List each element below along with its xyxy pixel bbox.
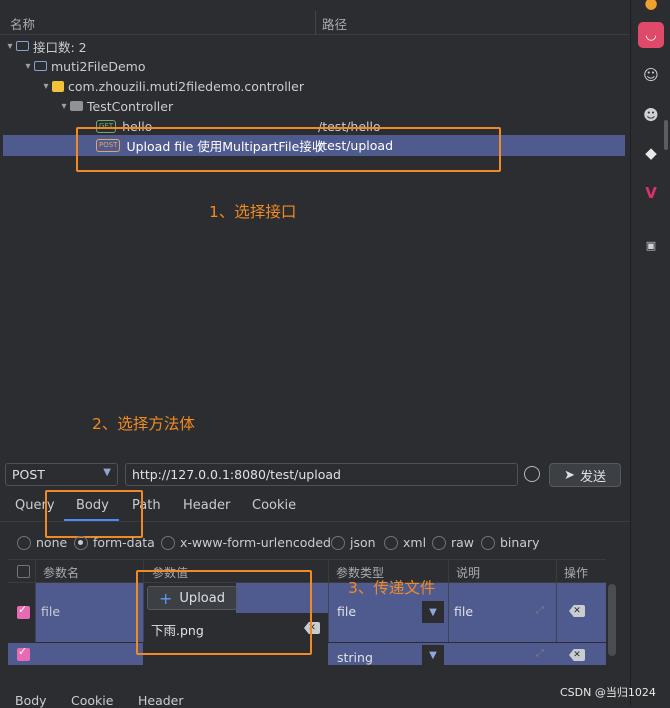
radio-json[interactable]: json [331,535,376,550]
radio-x-www-form-urlencoded[interactable]: x-www-form-urlencoded [161,535,331,550]
url-value: http://127.0.0.1:8080/test/upload [132,467,341,482]
copilot-icon[interactable]: ☻ [638,102,664,128]
annotation-box-body-tab [45,490,143,538]
radio-circle [384,535,398,550]
chevron-down-icon[interactable]: ▾ [22,61,34,72]
tab-header[interactable]: Header [183,498,230,513]
column-divider[interactable] [315,11,316,35]
expand-icon[interactable]: ⤢ [536,605,544,616]
strip-scrollbar[interactable] [664,120,668,150]
param-description: file [454,604,474,619]
method-select[interactable]: POST ▼ [5,463,118,486]
send-button[interactable]: ➤ 发送 [549,463,621,487]
module-folder-icon [34,61,47,71]
chevron-down-icon[interactable]: ▾ [4,41,16,52]
tree-package-label: com.zhouzili.muti2filedemo.controller [68,78,304,94]
api-debugger-panel: 名称 路径 ▾ 接口数: 2 ▾ muti2FileDemo ▾ com.zho… [0,0,630,708]
bottom-tabs: Body Cookie Header [0,690,630,708]
radio-label: none [36,535,68,550]
radio-none[interactable]: none [17,535,67,550]
chevron-down-icon[interactable]: ▾ [40,81,52,92]
radio-raw[interactable]: raw [432,535,474,550]
radio-label: json [350,535,376,550]
api-tool-icon[interactable]: ◡ [638,22,664,48]
column-divider [556,560,557,584]
right-tool-strip: ● ◡ ☺ ☻ ◆ V ▣ [630,0,670,706]
param-type-value: file [337,604,357,619]
column-divider [35,560,36,584]
radio-label: xml [403,535,427,550]
radio-label: x-www-form-urlencoded [180,535,331,550]
bird-icon[interactable]: ◆ [638,140,664,166]
tree-package-node[interactable]: ▾ com.zhouzili.muti2filedemo.controller [0,76,630,96]
radio-binary[interactable]: binary [481,535,540,550]
chevron-down-icon: ▼ [103,467,111,478]
column-divider [448,583,449,642]
column-path-header: 路径 [322,17,348,32]
chevron-down-icon[interactable]: ▼ [422,601,444,623]
radio-form-data[interactable]: form-data [74,535,155,550]
param-type-value: string [337,650,373,665]
param-name: file [41,604,61,619]
row-checkbox[interactable] [17,645,30,661]
chevron-down-icon[interactable]: ▾ [58,101,70,112]
radio-circle-selected [74,535,88,550]
robot-icon[interactable]: ☺ [638,62,664,88]
annotation-box-endpoint [76,127,501,172]
method-value: POST [12,467,45,482]
folder-icon [70,101,83,111]
folder-icon [16,41,29,51]
radio-circle [481,535,495,550]
radio-label: binary [500,535,540,550]
package-icon [52,80,64,92]
watermark-text: CSDN @当归1024 [560,686,656,699]
tab-cookie[interactable]: Cookie [252,498,296,513]
column-divider [556,583,557,642]
annotation-step3: 3、传递文件 [348,579,436,597]
tree-root-node[interactable]: ▾ 接口数: 2 [0,36,630,56]
v-logo-icon[interactable]: V [638,180,664,206]
th-actions: 操作 [564,566,589,580]
radio-circle [17,535,31,550]
send-icon: ➤ [564,467,575,483]
th-description: 说明 [456,566,481,580]
th-param-name: 参数名 [43,566,80,580]
row-checkbox[interactable] [17,603,30,619]
annotation-box-upload [136,570,312,655]
chevron-down-icon[interactable]: ▼ [422,645,444,665]
annotation-step1: 1、选择接口 [209,203,297,221]
radio-circle [432,535,446,550]
clock-icon[interactable] [524,466,540,482]
delete-row-icon[interactable]: ✕ [569,649,585,661]
notes-icon[interactable]: ▣ [638,232,664,258]
tree-module-label: muti2FileDemo [51,58,146,74]
table-scrollbar[interactable] [608,584,616,656]
radio-circle [161,535,175,550]
tree-header: 名称 路径 [0,11,630,35]
column-divider [328,583,329,642]
radio-xml[interactable]: xml [384,535,426,550]
column-name-header: 名称 [10,17,36,32]
body-type-radio-group: none form-data x-www-form-urlencoded jso… [0,532,630,554]
column-divider [328,560,329,584]
url-input[interactable]: http://127.0.0.1:8080/test/upload [125,463,518,486]
tree-module-node[interactable]: ▾ muti2FileDemo [0,56,630,76]
column-divider [448,560,449,584]
select-all-checkbox[interactable] [17,565,30,578]
tree-controller-node[interactable]: ▾ TestController [0,96,630,116]
tree-controller-label: TestController [87,98,174,114]
plugin-icon[interactable]: ● [638,0,664,16]
column-divider [35,583,36,642]
tree-root-label: 接口数: 2 [33,39,87,55]
radio-circle [331,535,345,550]
radio-label: raw [451,535,475,550]
send-button-label: 发送 [579,469,606,485]
radio-label: form-data [93,535,155,550]
annotation-step2: 2、选择方法体 [92,415,195,433]
expand-icon[interactable]: ⤢ [536,648,544,659]
